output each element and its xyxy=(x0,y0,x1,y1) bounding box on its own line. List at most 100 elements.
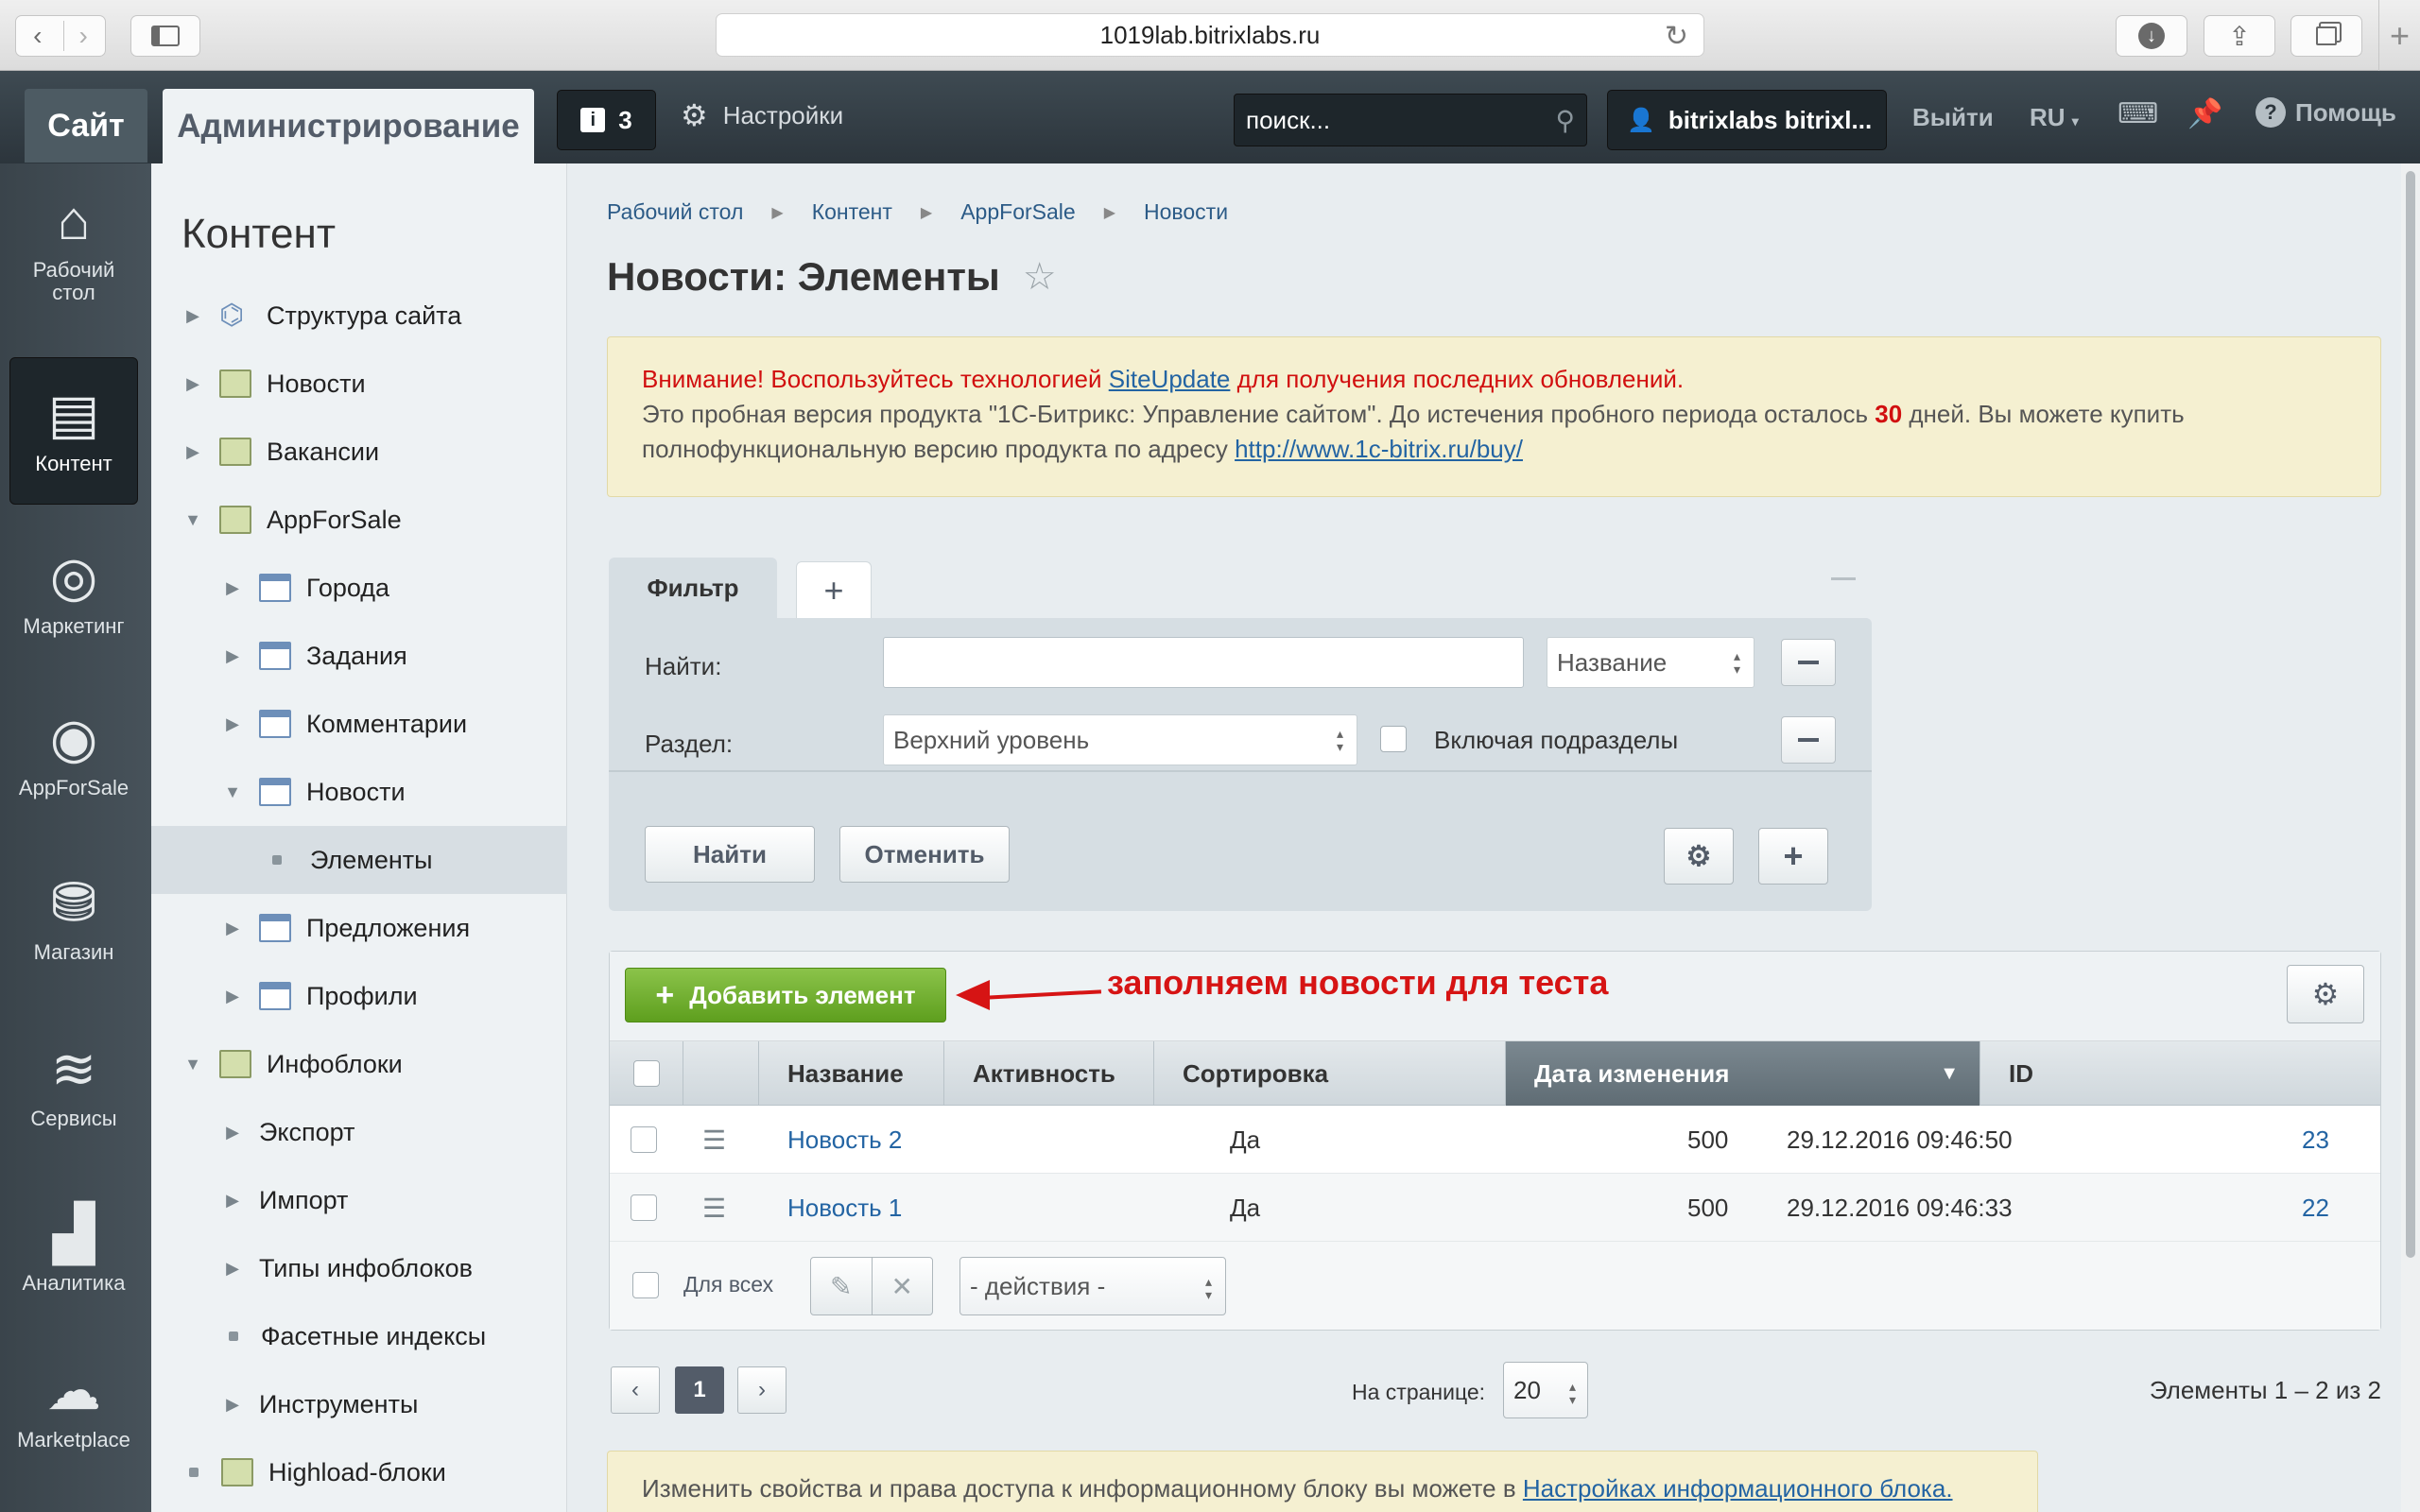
logout-link[interactable]: Выйти xyxy=(1912,103,1994,132)
buy-link[interactable]: http://www.1c-bitrix.ru/buy/ xyxy=(1235,435,1523,463)
select-all-checkbox[interactable] xyxy=(632,1060,660,1087)
column-header-sort[interactable]: Сортировка xyxy=(1154,1041,1506,1106)
expand-arrow-icon[interactable]: ▶ xyxy=(182,442,204,462)
breadcrumb-content[interactable]: Контент xyxy=(812,199,892,225)
menu-item-offers[interactable]: ▶ Предложения xyxy=(151,894,567,962)
share-button[interactable]: ⇪ xyxy=(2204,15,2275,57)
cancel-button[interactable]: Отменить xyxy=(839,826,1010,883)
scrollbar-thumb[interactable] xyxy=(2406,171,2415,1258)
column-header-name[interactable]: Название xyxy=(759,1041,944,1106)
expand-arrow-icon[interactable]: ▶ xyxy=(182,374,204,394)
menu-item-iblock-types[interactable]: ▶ Типы инфоблоков xyxy=(151,1234,567,1302)
iconbar-analytics[interactable]: ▟ Аналитика xyxy=(9,1177,138,1324)
page-1-button[interactable]: 1 xyxy=(675,1366,724,1414)
notifications-button[interactable]: i 3 xyxy=(557,90,656,150)
actions-select[interactable]: - действия - ▴ ▾ xyxy=(959,1257,1226,1315)
pin-icon[interactable]: 📌 xyxy=(2187,97,2222,130)
expand-arrow-icon[interactable]: ▶ xyxy=(221,578,244,598)
iconbar-content[interactable]: ▤ Контент xyxy=(9,357,138,505)
iconbar-services[interactable]: ≋ Сервисы xyxy=(9,1012,138,1160)
collapse-arrow-icon[interactable]: ▼ xyxy=(182,510,204,530)
page-scrollbar[interactable] xyxy=(2401,163,2420,1512)
settings-link[interactable]: ⚙ Настройки xyxy=(681,97,843,133)
add-element-button[interactable]: + Добавить элемент xyxy=(625,968,946,1022)
star-icon[interactable]: ☆ xyxy=(1023,255,1057,299)
iconbar-shop[interactable]: ⛃ Магазин xyxy=(9,846,138,993)
tab-administration[interactable]: Администрирование xyxy=(163,89,534,163)
expand-arrow-icon[interactable]: ▶ xyxy=(221,714,244,734)
menu-item-elements[interactable]: Элементы xyxy=(151,826,567,894)
menu-item-tasks[interactable]: ▶ Задания xyxy=(151,622,567,690)
menu-item-news[interactable]: ▶ Новости xyxy=(151,350,567,418)
menu-item-cities[interactable]: ▶ Города xyxy=(151,554,567,622)
iblock-settings-link[interactable]: Настройках информационного блока. xyxy=(1523,1474,1953,1503)
find-button[interactable]: Найти xyxy=(645,826,815,883)
row-checkbox[interactable] xyxy=(631,1194,657,1221)
menu-item-site-structure[interactable]: ▶ ⌬ Структура сайта xyxy=(151,282,567,350)
new-tab-button[interactable]: + xyxy=(2378,0,2420,71)
column-header-id[interactable]: ID xyxy=(1980,1041,2380,1106)
table-row[interactable]: ☰ Новость 2 Да 500 29.12.2016 09:46:50 2… xyxy=(610,1106,2380,1174)
search-box[interactable]: ⚲ xyxy=(1234,94,1587,146)
row-checkbox[interactable] xyxy=(631,1126,657,1153)
table-row[interactable]: ☰ Новость 1 Да 500 29.12.2016 09:46:33 2… xyxy=(610,1174,2380,1242)
find-field-select[interactable]: Название ▴ ▾ xyxy=(1547,637,1754,688)
menu-item-export[interactable]: ▶ Экспорт xyxy=(151,1098,567,1166)
tab-site[interactable]: Сайт xyxy=(25,89,147,163)
iconbar-marketplace[interactable]: ☁ Marketplace xyxy=(9,1333,138,1481)
menu-item-profiles[interactable]: ▶ Профили xyxy=(151,962,567,1030)
siteupdate-link[interactable]: SiteUpdate xyxy=(1109,365,1231,393)
filter-tab[interactable]: Фильтр xyxy=(609,558,777,618)
sidebar-toggle-button[interactable] xyxy=(130,15,200,57)
menu-item-appforsale[interactable]: ▼ AppForSale xyxy=(151,486,567,554)
iconbar-marketing[interactable]: ◎ Маркетинг xyxy=(9,520,138,667)
expand-arrow-icon[interactable]: ▶ xyxy=(221,987,244,1006)
expand-arrow-icon[interactable]: ▶ xyxy=(221,1259,244,1279)
row-id-link[interactable]: 23 xyxy=(2302,1125,2329,1155)
menu-item-facet-indexes[interactable]: Фасетные индексы xyxy=(151,1302,567,1370)
for-all-checkbox[interactable] xyxy=(632,1272,659,1298)
per-page-select[interactable]: 20 ▴ ▾ xyxy=(1503,1362,1588,1418)
keyboard-icon[interactable]: ⌨ xyxy=(2118,97,2158,130)
remove-section-row-button[interactable] xyxy=(1781,716,1836,764)
expand-arrow-icon[interactable]: ▶ xyxy=(221,1395,244,1415)
add-filter-field-button[interactable]: + xyxy=(1758,828,1828,885)
tabs-button[interactable] xyxy=(2290,15,2362,57)
row-id-link[interactable]: 22 xyxy=(2302,1194,2329,1223)
expand-arrow-icon[interactable]: ▶ xyxy=(221,1123,244,1143)
user-menu[interactable]: 👤 bitrixlabs bitrixl... xyxy=(1607,90,1887,150)
expand-arrow-icon[interactable]: ▶ xyxy=(221,1191,244,1211)
prev-page-button[interactable]: ‹ xyxy=(611,1366,660,1414)
find-input[interactable] xyxy=(883,637,1524,688)
column-header-active[interactable]: Активность xyxy=(944,1041,1154,1106)
breadcrumb-appforsale[interactable]: AppForSale xyxy=(960,199,1075,225)
collapse-arrow-icon[interactable]: ▼ xyxy=(221,782,244,802)
language-switcher[interactable]: RU ▾ xyxy=(2030,103,2079,132)
row-menu-icon[interactable]: ☰ xyxy=(702,1125,726,1156)
collapse-filter-icon[interactable] xyxy=(1831,577,1856,580)
menu-item-infoblocks[interactable]: ▼ Инфоблоки xyxy=(151,1030,567,1098)
menu-item-highload[interactable]: Highload-блоки xyxy=(151,1438,567,1506)
filter-settings-button[interactable]: ⚙ xyxy=(1664,828,1734,885)
menu-item-vacancies[interactable]: ▶ Вакансии xyxy=(151,418,567,486)
expand-arrow-icon[interactable]: ▶ xyxy=(182,306,204,326)
reload-icon[interactable]: ↻ xyxy=(1665,20,1688,53)
edit-icon[interactable]: ✎ xyxy=(811,1258,873,1314)
row-name-link[interactable]: Новость 2 xyxy=(787,1125,902,1155)
forward-icon[interactable]: › xyxy=(64,21,88,51)
delete-icon[interactable]: ✕ xyxy=(873,1258,933,1314)
add-filter-tab-button[interactable]: + xyxy=(796,561,872,618)
collapse-arrow-icon[interactable]: ▼ xyxy=(182,1055,204,1074)
downloads-button[interactable]: ↓ xyxy=(2116,15,2187,57)
menu-item-import[interactable]: ▶ Импорт xyxy=(151,1166,567,1234)
breadcrumb-news[interactable]: Новости xyxy=(1144,199,1228,225)
back-forward-buttons[interactable]: ‹ › xyxy=(15,15,106,57)
expand-arrow-icon[interactable]: ▶ xyxy=(221,646,244,666)
section-select[interactable]: Верхний уровень ▴ ▾ xyxy=(883,714,1357,765)
row-menu-icon[interactable]: ☰ xyxy=(702,1193,726,1224)
address-bar[interactable]: 1019lab.bitrixlabs.ru ↻ xyxy=(716,13,1704,57)
search-input[interactable] xyxy=(1246,105,1530,135)
include-subsections-checkbox[interactable] xyxy=(1380,726,1407,752)
iconbar-desktop[interactable]: ⌂ Рабочий стол xyxy=(9,175,138,322)
search-icon[interactable]: ⚲ xyxy=(1555,105,1575,136)
